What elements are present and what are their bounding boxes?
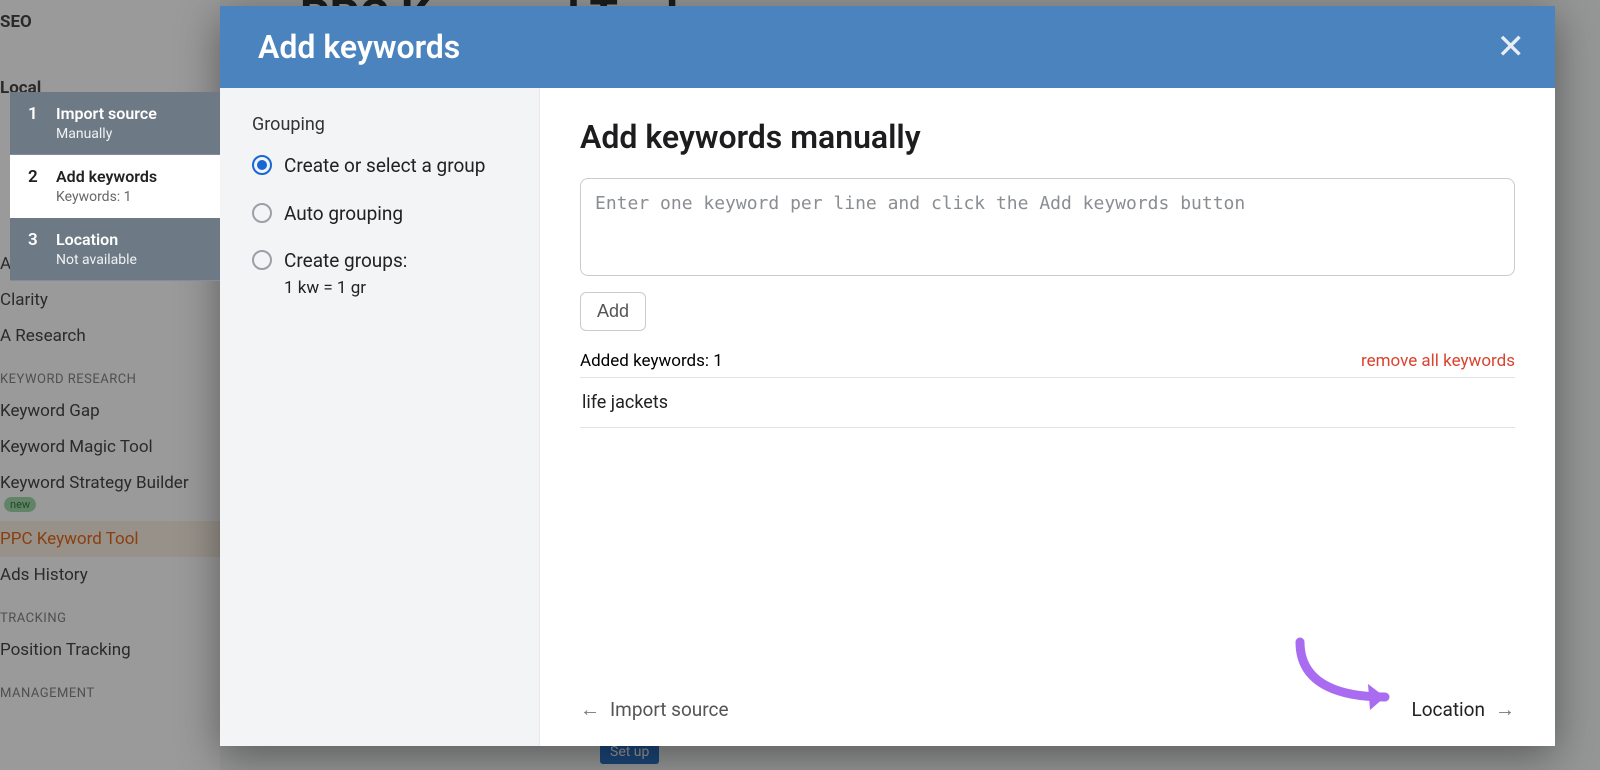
- radio-label: Create or select a group: [284, 153, 485, 179]
- grouping-option-auto[interactable]: Auto grouping: [252, 201, 507, 227]
- bg-sb-item: Clarity: [0, 282, 220, 318]
- add-button[interactable]: Add: [580, 292, 646, 331]
- keyword-item: life jackets: [580, 377, 1515, 428]
- radio-icon: [252, 250, 272, 270]
- step-label: Location: [56, 230, 118, 250]
- new-badge: new: [4, 497, 36, 512]
- bg-sb-item: Keyword Magic Tool: [0, 429, 220, 465]
- back-label: Import source: [610, 698, 729, 721]
- bg-sb-heading: MANAGEMENT: [0, 668, 220, 707]
- back-button[interactable]: ← Import source: [580, 697, 729, 722]
- add-keywords-panel: Add keywords manually Add Added keywords…: [540, 88, 1555, 746]
- bg-sb-item: Keyword Gap: [0, 393, 220, 429]
- grouping-option-create[interactable]: Create or select a group: [252, 153, 507, 179]
- step-label: Import source: [56, 104, 157, 124]
- close-icon[interactable]: ✕: [1497, 30, 1526, 64]
- step-add-keywords[interactable]: 2 Add keywords Keywords: 1: [10, 155, 220, 218]
- bg-sb-item: A Research: [0, 318, 220, 354]
- step-number: 3: [28, 230, 40, 250]
- step-number: 1: [28, 104, 40, 124]
- step-label: Add keywords: [56, 167, 157, 187]
- modal-footer: ← Import source Location →: [540, 677, 1555, 746]
- bg-sb-item-active: PPC Keyword Tool: [0, 521, 220, 557]
- wizard-steps: 1 Import source Manually 2 Add keywords …: [10, 92, 220, 281]
- step-sublabel: Not available: [56, 252, 206, 268]
- arrow-right-icon: →: [1495, 697, 1515, 722]
- radio-label: Auto grouping: [284, 201, 403, 227]
- bg-sb-item: Keyword Strategy Builder new: [0, 465, 220, 521]
- grouping-option-1kw1gr[interactable]: Create groups:: [252, 248, 507, 274]
- added-count-label: Added keywords: 1: [580, 351, 723, 371]
- modal-title: Add keywords: [258, 28, 460, 66]
- radio-sublabel: 1 kw = 1 gr: [252, 278, 507, 298]
- bg-sb-item: Ads History: [0, 557, 220, 593]
- step-import-source[interactable]: 1 Import source Manually: [10, 92, 220, 155]
- arrow-left-icon: ←: [580, 697, 600, 722]
- bg-sb-heading: KEYWORD RESEARCH: [0, 354, 220, 393]
- radio-icon: [252, 203, 272, 223]
- bg-sb-item: Position Tracking: [0, 632, 220, 668]
- next-button[interactable]: Location →: [1411, 697, 1515, 722]
- panel-title: Add keywords manually: [580, 118, 1515, 156]
- keywords-textarea[interactable]: [580, 178, 1515, 276]
- modal-header: Add keywords ✕: [220, 6, 1555, 88]
- radio-icon: [252, 155, 272, 175]
- bg-sb-seo: SEO: [0, 4, 220, 40]
- bg-sb-label: Keyword Strategy Builder: [0, 473, 189, 493]
- grouping-heading: Grouping: [252, 114, 507, 135]
- remove-all-link[interactable]: remove all keywords: [1361, 351, 1515, 371]
- step-location[interactable]: 3 Location Not available: [10, 218, 220, 281]
- add-keywords-modal: Add keywords ✕ Grouping Create or select…: [220, 6, 1555, 746]
- radio-label: Create groups:: [284, 248, 407, 274]
- step-sublabel: Manually: [56, 126, 206, 142]
- bg-sb-heading: TRACKING: [0, 593, 220, 632]
- grouping-panel: Grouping Create or select a group Auto g…: [220, 88, 540, 746]
- keyword-list: life jackets: [580, 377, 1515, 428]
- step-number: 2: [28, 167, 40, 187]
- step-sublabel: Keywords: 1: [56, 189, 206, 205]
- next-label: Location: [1411, 698, 1485, 721]
